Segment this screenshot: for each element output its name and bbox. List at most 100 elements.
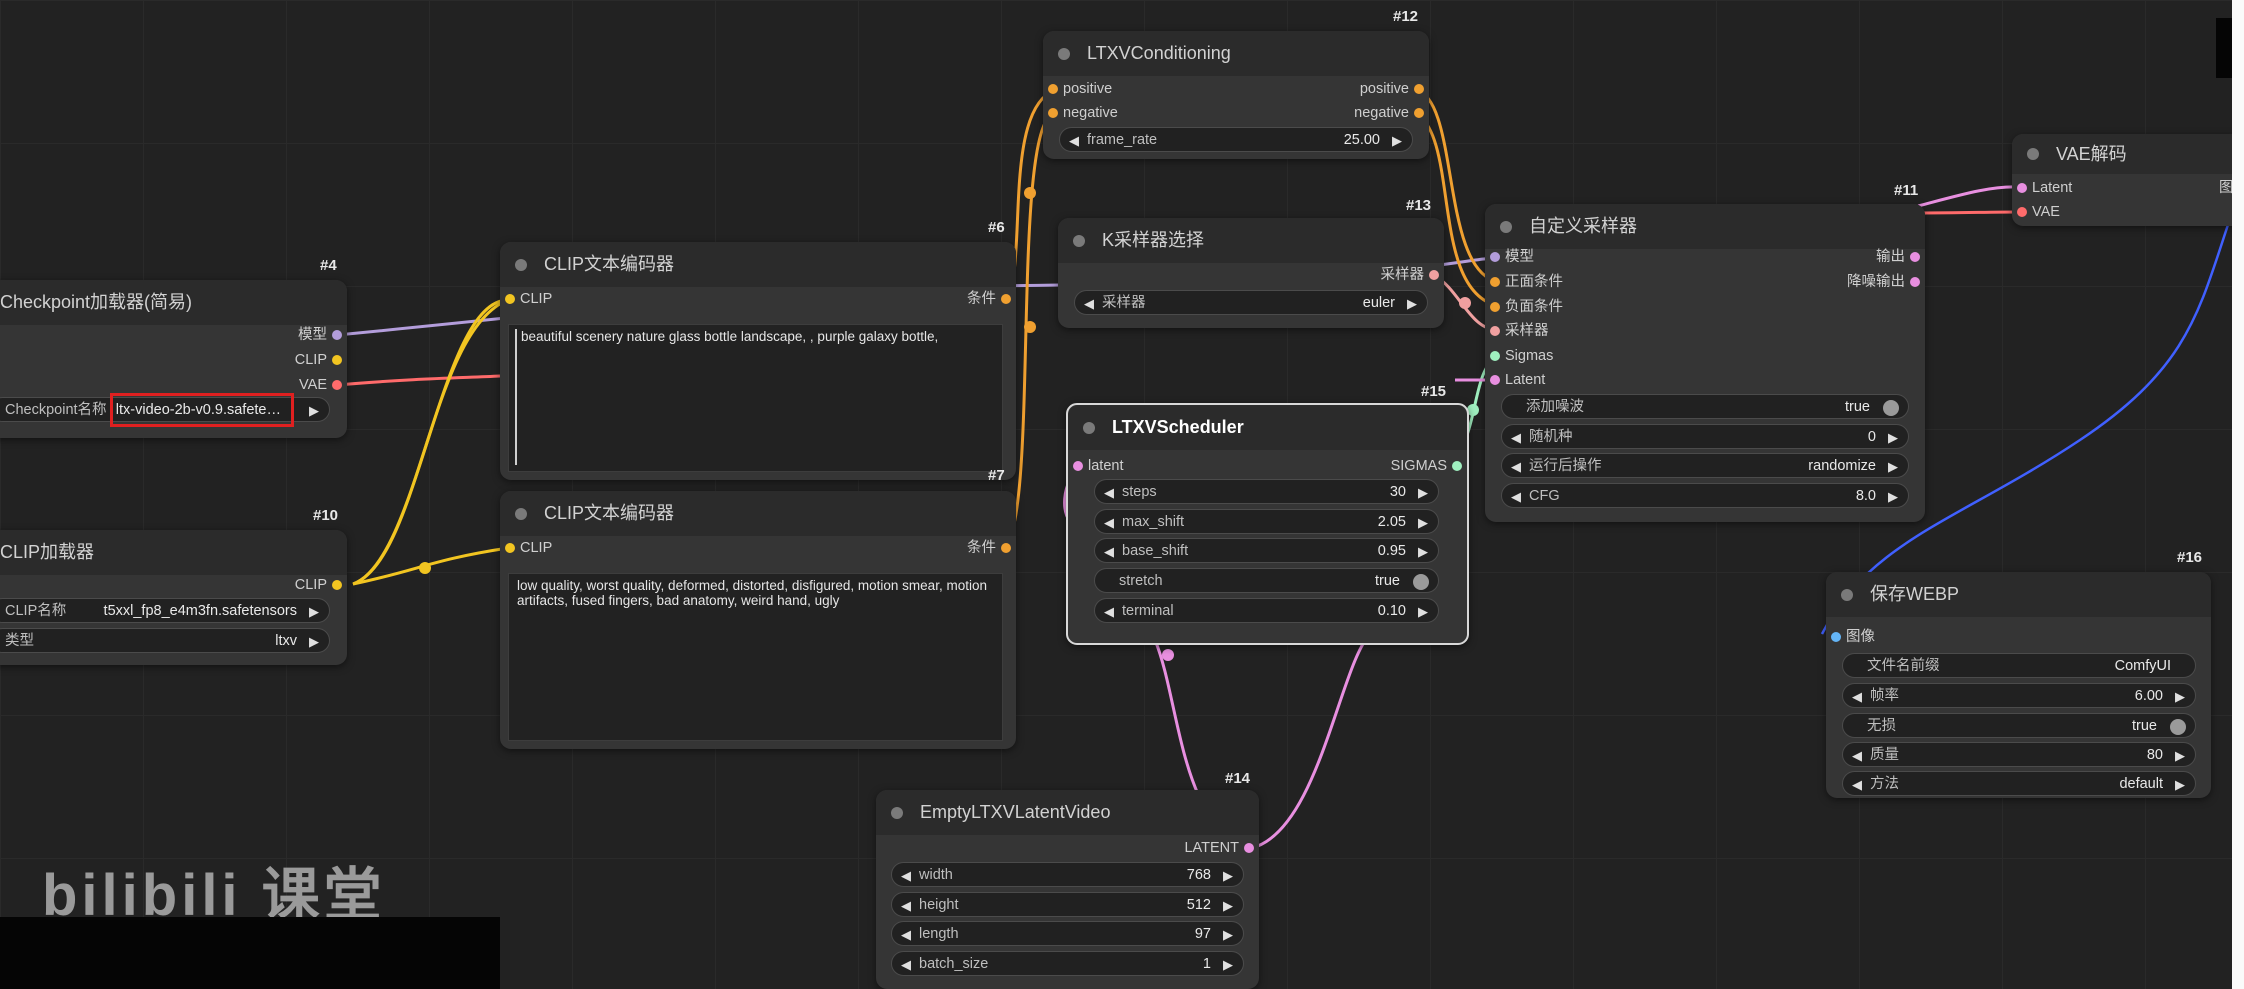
slot-dot[interactable]: [332, 330, 342, 340]
output-vae[interactable]: VAE: [299, 375, 342, 395]
toggle-knob[interactable]: [1883, 400, 1899, 416]
input-latent[interactable]: Latent: [2017, 178, 2072, 198]
right-arrow-icon[interactable]: ▶: [1223, 952, 1233, 975]
slot-dot[interactable]: [1831, 632, 1841, 642]
widget-control-after[interactable]: ◀ 运行后操作 randomize ▶: [1501, 453, 1909, 478]
left-arrow-icon[interactable]: ◀: [1084, 291, 1094, 314]
right-arrow-icon[interactable]: ▶: [309, 599, 319, 622]
left-arrow-icon[interactable]: ◀: [901, 952, 911, 975]
right-arrow-icon[interactable]: ▶: [1888, 454, 1898, 477]
right-arrow-icon[interactable]: ▶: [1418, 480, 1428, 503]
right-arrow-icon[interactable]: ▶: [1223, 893, 1233, 916]
left-arrow-icon[interactable]: ◀: [1069, 128, 1079, 151]
widget-base-shift[interactable]: ◀ base_shift 0.95 ▶: [1094, 538, 1439, 563]
node-title[interactable]: CLIP文本编码器: [500, 491, 1016, 536]
right-arrow-icon[interactable]: ▶: [2175, 743, 2185, 766]
prompt-textarea[interactable]: beautiful scenery nature glass bottle la…: [508, 324, 1003, 472]
widget-clip-name[interactable]: CLIP名称 t5xxl_fp8_e4m3fn.safetensors ▶: [0, 598, 330, 623]
widget-sampler-name[interactable]: ◀ 采样器 euler ▶: [1074, 290, 1428, 315]
widget-width[interactable]: ◀ width 768 ▶: [891, 862, 1244, 887]
left-arrow-icon[interactable]: ◀: [1511, 484, 1521, 507]
slot-dot[interactable]: [1414, 84, 1424, 94]
input-positive[interactable]: positive: [1048, 79, 1112, 99]
node-title[interactable]: VAE解码: [2012, 134, 2244, 174]
right-arrow-icon[interactable]: ▶: [1392, 128, 1402, 151]
widget-length[interactable]: ◀ length 97 ▶: [891, 921, 1244, 946]
output-clip[interactable]: CLIP: [295, 350, 342, 370]
output-sigmas[interactable]: SIGMAS: [1391, 456, 1462, 476]
node-ltxv-conditioning[interactable]: LTXVConditioning positive positive negat…: [1043, 31, 1429, 159]
widget-terminal[interactable]: ◀ terminal 0.10 ▶: [1094, 598, 1439, 623]
slot-dot[interactable]: [1073, 461, 1083, 471]
node-title[interactable]: K采样器选择: [1058, 218, 1444, 263]
slot-dot[interactable]: [2017, 207, 2027, 217]
left-arrow-icon[interactable]: ◀: [1104, 539, 1114, 562]
left-arrow-icon[interactable]: ◀: [901, 863, 911, 886]
node-title[interactable]: 自定义采样器: [1485, 204, 1925, 249]
left-arrow-icon[interactable]: ◀: [1852, 743, 1862, 766]
input-sampler[interactable]: 采样器: [1490, 321, 1549, 341]
right-arrow-icon[interactable]: ▶: [1888, 484, 1898, 507]
left-arrow-icon[interactable]: ◀: [1852, 684, 1862, 707]
slot-dot[interactable]: [1910, 252, 1920, 262]
collapse-dot-icon[interactable]: [1841, 589, 1853, 601]
right-arrow-icon[interactable]: ▶: [1223, 863, 1233, 886]
left-arrow-icon[interactable]: ◀: [1104, 599, 1114, 622]
output-conditioning[interactable]: 条件: [967, 289, 1011, 309]
slot-dot[interactable]: [1490, 252, 1500, 262]
node-title[interactable]: LTXVConditioning: [1043, 31, 1429, 76]
right-arrow-icon[interactable]: ▶: [1418, 510, 1428, 533]
collapse-dot-icon[interactable]: [1073, 235, 1085, 247]
slot-dot[interactable]: [1429, 270, 1439, 280]
right-arrow-icon[interactable]: ▶: [309, 629, 319, 652]
collapse-dot-icon[interactable]: [515, 508, 527, 520]
output-positive[interactable]: positive: [1360, 79, 1424, 99]
slot-dot[interactable]: [1490, 277, 1500, 287]
toggle-knob[interactable]: [2170, 719, 2186, 735]
slot-dot[interactable]: [505, 543, 515, 553]
node-title[interactable]: CLIP加载器: [0, 530, 347, 575]
left-arrow-icon[interactable]: ◀: [1104, 510, 1114, 533]
node-title[interactable]: LTXVScheduler: [1068, 405, 1467, 450]
slot-dot[interactable]: [1910, 277, 1920, 287]
input-positive-cond[interactable]: 正面条件: [1490, 272, 1563, 292]
widget-add-noise[interactable]: 添加噪波 true: [1501, 394, 1909, 419]
slot-dot[interactable]: [1490, 326, 1500, 336]
widget-seed[interactable]: ◀ 随机种 0 ▶: [1501, 424, 1909, 449]
widget-fps[interactable]: ◀ 帧率 6.00 ▶: [1842, 683, 2196, 708]
widget-stretch[interactable]: stretch true: [1094, 568, 1439, 593]
widget-height[interactable]: ◀ height 512 ▶: [891, 892, 1244, 917]
node-title[interactable]: CLIP文本编码器: [500, 242, 1016, 287]
widget-cfg[interactable]: ◀ CFG 8.0 ▶: [1501, 483, 1909, 508]
input-image[interactable]: 图像: [1831, 627, 1875, 647]
right-arrow-icon[interactable]: ▶: [2175, 684, 2185, 707]
widget-filename-prefix[interactable]: 文件名前缀 ComfyUI: [1842, 653, 2196, 678]
left-arrow-icon[interactable]: ◀: [1511, 454, 1521, 477]
output-model[interactable]: 模型: [298, 325, 342, 345]
right-arrow-icon[interactable]: ▶: [1418, 599, 1428, 622]
right-arrow-icon[interactable]: ▶: [1418, 539, 1428, 562]
slot-dot[interactable]: [332, 380, 342, 390]
output-sampler[interactable]: 采样器: [1381, 265, 1439, 285]
prompt-textarea[interactable]: low quality, worst quality, deformed, di…: [508, 573, 1003, 741]
left-arrow-icon[interactable]: ◀: [1852, 772, 1862, 795]
slot-dot[interactable]: [1490, 351, 1500, 361]
collapse-dot-icon[interactable]: [1500, 221, 1512, 233]
output-negative[interactable]: negative: [1354, 103, 1424, 123]
node-clip-text-encode-negative[interactable]: CLIP文本编码器 CLIP 条件 low quality, worst qua…: [500, 491, 1016, 749]
slot-dot[interactable]: [1001, 543, 1011, 553]
node-custom-sampler[interactable]: 自定义采样器 模型 输出 正面条件 降噪输出 负面条件 采样器 Sigmas L…: [1485, 204, 1925, 522]
node-vae-decode[interactable]: VAE解码 Latent 图像 VAE: [2012, 134, 2244, 226]
input-negative[interactable]: negative: [1048, 103, 1118, 123]
left-arrow-icon[interactable]: ◀: [901, 893, 911, 916]
node-save-webp[interactable]: 保存WEBP 图像 文件名前缀 ComfyUI ◀ 帧率 6.00 ▶ 无损 t…: [1826, 572, 2211, 798]
right-arrow-icon[interactable]: ▶: [1223, 922, 1233, 945]
toggle-knob[interactable]: [1413, 574, 1429, 590]
widget-clip-type[interactable]: 类型 ltxv ▶: [0, 628, 330, 653]
widget-batch-size[interactable]: ◀ batch_size 1 ▶: [891, 951, 1244, 976]
input-vae[interactable]: VAE: [2017, 202, 2060, 222]
slot-dot[interactable]: [1490, 375, 1500, 385]
slot-dot[interactable]: [1490, 302, 1500, 312]
input-latent[interactable]: latent: [1073, 456, 1123, 476]
collapse-dot-icon[interactable]: [1083, 422, 1095, 434]
